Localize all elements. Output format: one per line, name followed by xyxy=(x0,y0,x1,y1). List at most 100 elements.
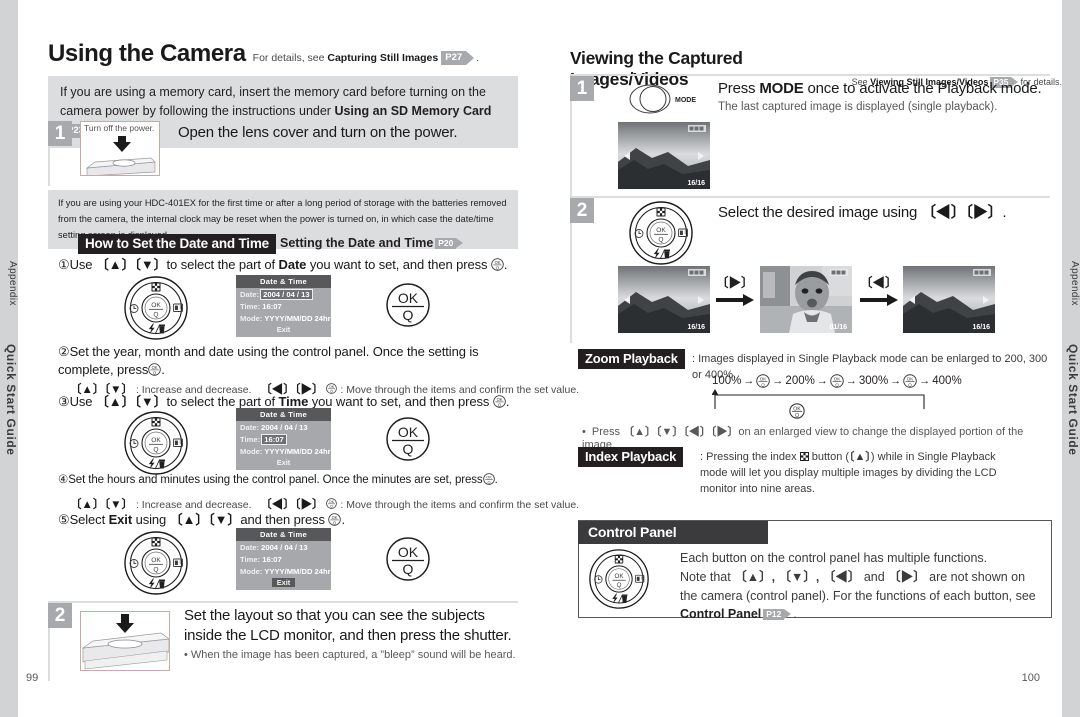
ok-button-inline-icon: OK Q xyxy=(491,258,504,271)
lcd-thumbnail-landscape-1: 16/16 xyxy=(618,122,710,189)
side-tab-label-quick-start-guide-left: Quick Start Guide xyxy=(4,344,18,456)
lcd-mode-row-2: Mode: YYYY/MM/DD 24hr xyxy=(240,446,331,456)
substep-1: ①Use 〔▲〕〔▼〕to select the part of Date yo… xyxy=(58,257,508,272)
lcd-date-time-panel-2: Date & Time Date: 2004 / 04 / 13 Time: 1… xyxy=(236,408,331,470)
control-dial-illustration-2: OK Q xyxy=(123,410,189,481)
control-dial-illustration-3: OK Q xyxy=(123,530,189,601)
flow-key-right: 〔▶〕 xyxy=(716,276,754,290)
page-ref-p12[interactable]: P12 xyxy=(763,609,792,621)
svg-text:OK: OK xyxy=(152,365,158,370)
svg-text:Q: Q xyxy=(153,567,158,574)
svg-text:Q: Q xyxy=(487,480,490,485)
lcd-thumbnail-landscape-3: 16/16 xyxy=(903,266,995,333)
svg-text:OK: OK xyxy=(398,544,419,560)
flow-arrow-1 xyxy=(716,293,756,312)
camera-body-diagram-icon xyxy=(85,136,156,175)
page-right: Viewing the Captured Images/Videos See V… xyxy=(540,0,1062,717)
svg-text:OK: OK xyxy=(834,377,841,382)
svg-text:Q: Q xyxy=(403,307,414,323)
lcd-title-3: Date & Time xyxy=(236,528,331,541)
svg-text:OK: OK xyxy=(398,424,419,440)
lcd-date-row-3: Date: 2004 / 04 / 13 xyxy=(240,542,308,552)
svg-text:Q: Q xyxy=(153,447,158,454)
control-panel-header: Control Panel xyxy=(578,521,768,544)
zoom-step-300: 300% xyxy=(858,375,889,387)
chain-arrow-icon: → xyxy=(743,375,755,387)
side-tab-label-appendix-left: Appendix xyxy=(7,260,18,306)
svg-text:Q: Q xyxy=(617,582,622,589)
r-step2-rule xyxy=(570,223,572,343)
svg-text:OK: OK xyxy=(760,377,767,382)
lcd-time-row-2: Time: 16:07 xyxy=(240,433,287,445)
ok-button-inline-icon: OK Q xyxy=(328,513,342,526)
side-tab-right: Appendix Quick Start Guide xyxy=(1062,0,1080,717)
page-title-using-the-camera: Using the Camera xyxy=(48,40,246,67)
manual-spread: Using the Camera For details, see Captur… xyxy=(18,0,1062,717)
page-ref-p20[interactable]: P20 xyxy=(435,238,464,250)
flow-key-left: 〔◀〕 xyxy=(860,276,898,290)
page-left: Using the Camera For details, see Captur… xyxy=(18,0,579,717)
r-step1-rule xyxy=(570,101,572,196)
zoom-step-100: 100% xyxy=(712,375,742,387)
control-panel-text: Each button on the control panel has mul… xyxy=(680,551,1036,622)
page-ref-p27[interactable]: P27 xyxy=(441,51,475,65)
key-hint-2: 〔▲〕〔▼〕 : Increase and decrease. 〔◀〕〔▶〕 O… xyxy=(70,498,580,511)
step1-rule xyxy=(48,146,50,186)
zoom-step-200: 200% xyxy=(785,375,815,387)
ok-button-inline-icon: OK Q xyxy=(326,498,338,509)
side-tab-left: Appendix Quick Start Guide xyxy=(0,0,18,717)
ok-button-inline-icon: OK Q xyxy=(830,374,844,388)
mode-button-label: MODE xyxy=(675,97,696,104)
step2-bullet: When the image has been captured, a ”ble… xyxy=(184,649,524,661)
r-step1-heading: Press MODE once to activate the Playback… xyxy=(718,80,1042,97)
svg-text:OK: OK xyxy=(151,302,161,309)
svg-text:Q: Q xyxy=(403,561,414,577)
chain-arrow-icon: → xyxy=(845,375,857,387)
step2-badge: 2 xyxy=(48,603,72,628)
ok-button-inline-icon: OK Q xyxy=(148,362,162,376)
substep-2: ②Set the year, month and date using the … xyxy=(58,344,479,377)
svg-text:OK: OK xyxy=(494,260,500,265)
lcd-title-2: Date & Time xyxy=(236,408,331,421)
r-step2-badge: 2 xyxy=(570,198,594,223)
r-step2-heading: Select the desired image using 〔◀〕〔▶〕. xyxy=(718,204,1007,221)
ok-button-inline-icon: OK Q xyxy=(482,473,495,485)
index-playback-text: : Pressing the index button (〔▲〕) while … xyxy=(700,451,997,495)
svg-text:OK: OK xyxy=(496,397,502,402)
side-tab-label-appendix-right: Appendix xyxy=(1069,260,1080,306)
ok-button-inline-icon: OK Q xyxy=(493,395,506,408)
chain-arrow-icon: → xyxy=(816,375,828,387)
lcd-exit-3: Exit xyxy=(236,577,331,590)
control-dial-illustration-5: OK Q xyxy=(588,548,650,615)
lcd-thumbnail-baby: 01/16 xyxy=(760,266,852,333)
svg-text:OK: OK xyxy=(151,437,161,444)
substep-4: ④Set the hours and minutes using the con… xyxy=(58,473,498,486)
lcd-date-row-1: Date: 2004 / 04 / 13 xyxy=(240,288,313,300)
lcd-counter-1: 16/16 xyxy=(687,180,705,187)
page-title-subnote: For details, see Capturing Still Images P… xyxy=(252,51,480,65)
arrow-right-icon xyxy=(716,294,754,306)
step2-rule xyxy=(48,628,50,681)
page-number-left: 99 xyxy=(26,672,39,684)
svg-text:Q: Q xyxy=(331,505,334,509)
r-step1-badge: 1 xyxy=(570,76,594,101)
zoom-loop-ok-button: OK Q xyxy=(789,403,805,424)
r-step1-sub: The last captured image is displayed (si… xyxy=(718,101,998,113)
cp-line-1: Each button on the control panel has mul… xyxy=(680,551,988,565)
svg-text:Q: Q xyxy=(153,312,158,319)
zoom-chain: 100% → OK Q → 200% → OK Q → 300% → OK Q … xyxy=(712,374,962,388)
svg-text:OK: OK xyxy=(656,227,666,234)
svg-text:OK: OK xyxy=(332,515,338,520)
lcd-counter-2: 16/16 xyxy=(687,324,705,331)
ok-button-inline-icon: OK Q xyxy=(789,403,805,419)
r-step1-divider xyxy=(570,74,1050,76)
control-dial-illustration-1: OK Q xyxy=(123,275,189,346)
lcd-exit-1: Exit xyxy=(276,325,291,334)
step2-shutter-illustration xyxy=(80,611,170,671)
side-tab-label-quick-start-guide-right: Quick Start Guide xyxy=(1066,344,1080,456)
ok-button-inline-icon: OK Q xyxy=(756,374,771,388)
step1-lens-cover-illustration: Turn off the power. xyxy=(80,121,160,176)
svg-text:OK: OK xyxy=(151,557,161,564)
flow-arrow-2 xyxy=(860,293,900,312)
svg-text:OK: OK xyxy=(398,290,419,306)
